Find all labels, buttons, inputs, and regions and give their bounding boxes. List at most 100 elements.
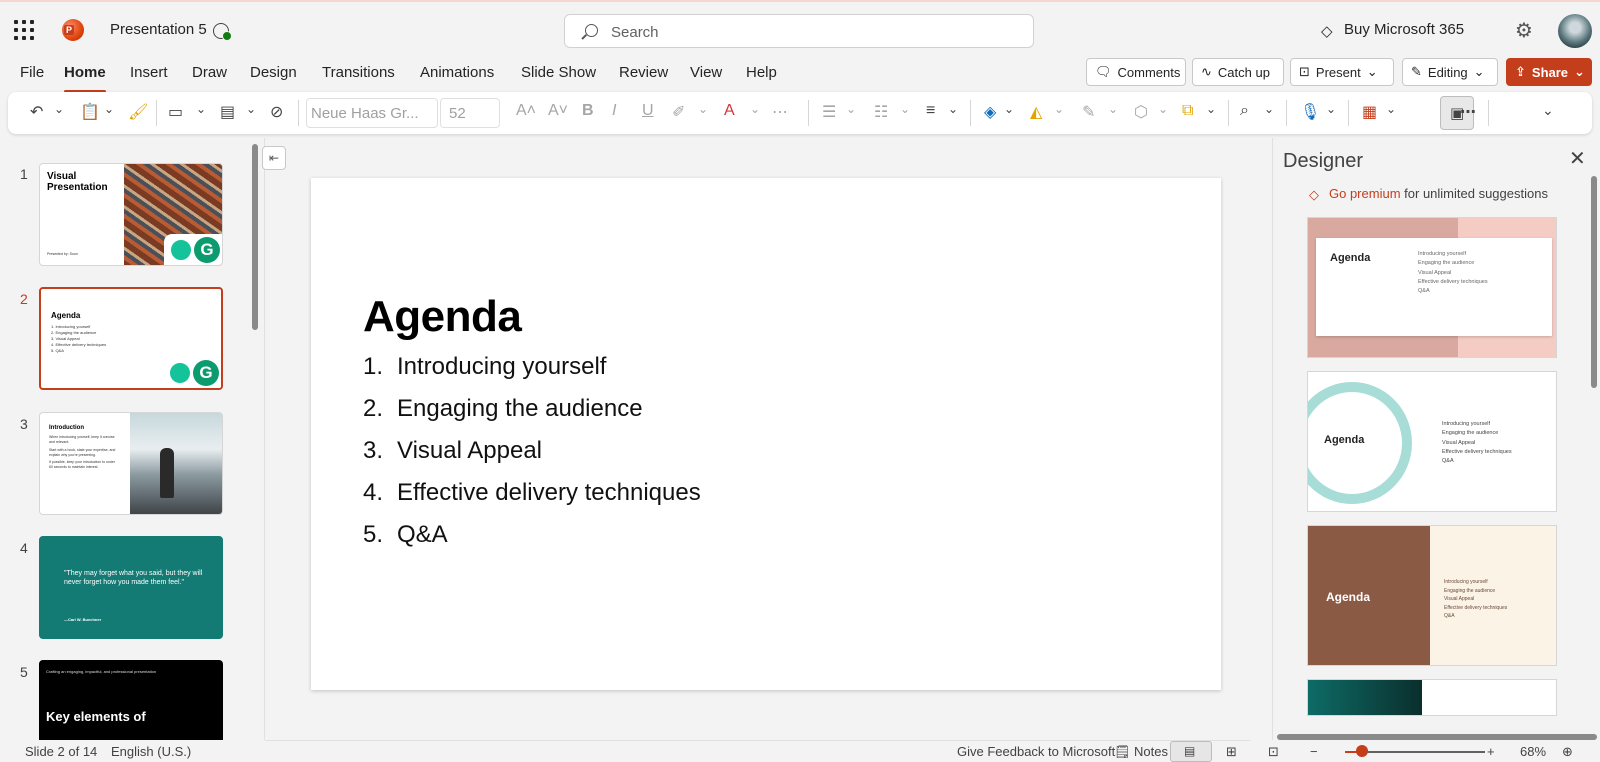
font-size-select[interactable]: 52 bbox=[440, 98, 500, 128]
more-options-icon[interactable]: ⋯ bbox=[1460, 102, 1476, 122]
language-status[interactable]: English (U.S.) bbox=[111, 744, 191, 759]
chevron-down-icon[interactable]: ⌄ bbox=[698, 102, 708, 116]
chevron-down-icon[interactable]: ⌄ bbox=[948, 102, 958, 116]
undo-icon[interactable]: ↶ bbox=[30, 102, 43, 122]
tab-review[interactable]: Review bbox=[619, 64, 668, 81]
chevron-down-icon[interactable]: ⌄ bbox=[1264, 102, 1274, 116]
bullets-icon[interactable]: ☰ bbox=[822, 102, 836, 122]
chevron-down-icon[interactable]: ⌄ bbox=[1386, 102, 1396, 116]
slide-thumbnail-3[interactable]: Introduction When introducing yourself, … bbox=[39, 412, 223, 515]
zoom-slider-thumb[interactable] bbox=[1356, 745, 1368, 757]
chevron-down-icon[interactable]: ⌄ bbox=[104, 102, 114, 116]
give-feedback-link[interactable]: Give Feedback to Microsoft bbox=[957, 744, 1115, 759]
paste-icon[interactable]: 📋 bbox=[80, 102, 100, 122]
underline-icon[interactable]: U bbox=[642, 102, 654, 120]
add-ins-icon[interactable]: ▦ bbox=[1362, 102, 1377, 122]
premium-text: for unlimited suggestions bbox=[1404, 186, 1548, 201]
more-font-options-icon[interactable]: ⋯ bbox=[772, 102, 788, 122]
chevron-down-icon[interactable]: ⌄ bbox=[54, 102, 64, 116]
shapes-icon[interactable]: ◈ bbox=[984, 102, 996, 122]
chevron-down-icon[interactable]: ⌄ bbox=[1004, 102, 1014, 116]
buy-microsoft-365-link[interactable]: Buy Microsoft 365 bbox=[1344, 21, 1464, 38]
close-icon[interactable]: ✕ bbox=[1569, 146, 1586, 171]
hide-slide-icon[interactable]: ⊘ bbox=[270, 102, 283, 122]
thumbnail-scrollbar[interactable] bbox=[252, 144, 258, 330]
design-suggestion-card[interactable]: Agenda Introducing yourself Engaging the… bbox=[1307, 371, 1557, 512]
design-suggestion-card[interactable] bbox=[1307, 679, 1557, 716]
current-slide[interactable]: Agenda 1. Introducing yourself 2. Engaging… bbox=[311, 178, 1221, 690]
fit-to-window-icon[interactable]: ⊕ bbox=[1562, 744, 1573, 760]
tab-help[interactable]: Help bbox=[746, 64, 777, 81]
document-title[interactable]: Presentation 5 bbox=[110, 21, 207, 38]
gear-icon[interactable]: ⚙ bbox=[1515, 18, 1533, 43]
editing-mode-button[interactable]: ✎ Editing ⌄ bbox=[1402, 58, 1498, 86]
slide-thumbnail-4[interactable]: "They may forget what you said, but they… bbox=[39, 536, 223, 639]
chevron-down-icon[interactable]: ⌄ bbox=[1206, 102, 1216, 116]
design-suggestion-card[interactable]: Agenda Introducing yourself Engaging the… bbox=[1307, 525, 1557, 666]
avatar[interactable] bbox=[1558, 14, 1592, 48]
chevron-down-icon[interactable]: ⌄ bbox=[1108, 102, 1118, 116]
notes-icon[interactable]: 🗒 bbox=[1114, 744, 1131, 760]
decrease-font-size-icon[interactable]: A˅ bbox=[548, 102, 568, 120]
collapse-pane-icon[interactable]: ⇤ bbox=[262, 146, 286, 170]
chevron-down-icon[interactable]: ⌄ bbox=[1054, 102, 1064, 116]
slide-thumbnail-5[interactable]: Crafting an engaging, impactful, and pro… bbox=[39, 660, 223, 740]
tab-view[interactable]: View bbox=[690, 64, 722, 81]
chevron-down-icon[interactable]: ⌄ bbox=[750, 102, 760, 116]
bold-icon[interactable]: B bbox=[582, 102, 594, 120]
tab-slide-show[interactable]: Slide Show bbox=[521, 64, 596, 81]
slide-sorter-view-icon[interactable]: ⊞ bbox=[1226, 744, 1237, 760]
tab-draw[interactable]: Draw bbox=[192, 64, 227, 81]
expand-ribbon-chevron-down-icon[interactable]: ⌄ bbox=[1542, 102, 1554, 119]
increase-font-size-icon[interactable]: A˄ bbox=[516, 102, 536, 120]
zoom-level[interactable]: 68% bbox=[1520, 744, 1546, 759]
tab-animations[interactable]: Animations bbox=[420, 64, 494, 81]
search-box[interactable]: Search bbox=[564, 14, 1034, 48]
design-suggestion-card[interactable]: Agenda Introducing yourself Engaging the… bbox=[1307, 217, 1557, 358]
numbering-icon[interactable]: ☷ bbox=[874, 102, 888, 122]
catch-up-button[interactable]: ∿ Catch up bbox=[1192, 58, 1284, 86]
share-button[interactable]: ⇪ Share ⌄ bbox=[1506, 58, 1592, 86]
zoom-in-icon[interactable]: + bbox=[1487, 744, 1495, 759]
shape-fill-icon[interactable]: ◭ bbox=[1030, 102, 1042, 122]
highlight-icon[interactable]: ✐ bbox=[672, 102, 685, 122]
new-slide-icon[interactable]: ▭ bbox=[168, 102, 183, 122]
layout-icon[interactable]: ▤ bbox=[220, 102, 235, 122]
comments-button[interactable]: 🗨 Comments bbox=[1086, 58, 1186, 86]
slide-thumbnail-2[interactable]: Agenda 1. Introducing yourself 2. Engagi… bbox=[39, 287, 223, 390]
app-launcher-icon[interactable] bbox=[14, 20, 34, 40]
zoom-out-icon[interactable]: − bbox=[1310, 744, 1318, 759]
tab-insert[interactable]: Insert bbox=[130, 64, 168, 81]
slide-thumbnail-1[interactable]: Visual Presentation Presented by: Soon G bbox=[39, 163, 223, 266]
arrange-icon[interactable]: ⧉ bbox=[1182, 102, 1193, 120]
agenda-list[interactable]: 1. Introducing yourself 2. Engaging the au… bbox=[363, 353, 701, 563]
normal-view-button[interactable]: ▤ bbox=[1170, 741, 1212, 762]
dictate-icon[interactable]: 🎙 bbox=[1300, 102, 1320, 122]
chevron-down-icon[interactable]: ⌄ bbox=[246, 102, 256, 116]
format-painter-icon[interactable]: 🖌 bbox=[128, 102, 148, 122]
align-icon[interactable]: ≡ bbox=[926, 102, 935, 120]
font-name-select[interactable]: Neue Haas Gr... bbox=[306, 98, 438, 128]
shape-effects-icon[interactable]: ⬡ bbox=[1134, 102, 1148, 122]
go-premium-link[interactable]: Go premium bbox=[1329, 186, 1401, 201]
notes-button[interactable]: Notes bbox=[1134, 744, 1168, 759]
tab-home[interactable]: Home bbox=[64, 64, 106, 93]
saved-status-icon[interactable] bbox=[213, 23, 232, 41]
shape-outline-icon[interactable]: ✎ bbox=[1082, 102, 1095, 122]
find-icon[interactable]: ⌕ bbox=[1240, 102, 1249, 120]
italic-icon[interactable]: I bbox=[612, 102, 616, 120]
tab-transitions[interactable]: Transitions bbox=[322, 64, 395, 81]
chevron-down-icon[interactable]: ⌄ bbox=[900, 102, 910, 116]
chevron-down-icon[interactable]: ⌄ bbox=[196, 102, 206, 116]
chevron-down-icon[interactable]: ⌄ bbox=[1326, 102, 1336, 116]
tab-design[interactable]: Design bbox=[250, 64, 297, 81]
present-button[interactable]: ⊡ Present ⌄ bbox=[1290, 58, 1394, 86]
font-color-icon[interactable]: A bbox=[724, 102, 735, 120]
chevron-down-icon[interactable]: ⌄ bbox=[846, 102, 856, 116]
designer-horizontal-scrollbar[interactable] bbox=[1277, 734, 1597, 740]
tab-file[interactable]: File bbox=[20, 64, 44, 81]
designer-vertical-scrollbar[interactable] bbox=[1591, 176, 1597, 388]
presenter-view-icon[interactable]: ⊡ bbox=[1268, 744, 1279, 760]
slide-title[interactable]: Agenda bbox=[363, 292, 522, 342]
chevron-down-icon[interactable]: ⌄ bbox=[1158, 102, 1168, 116]
